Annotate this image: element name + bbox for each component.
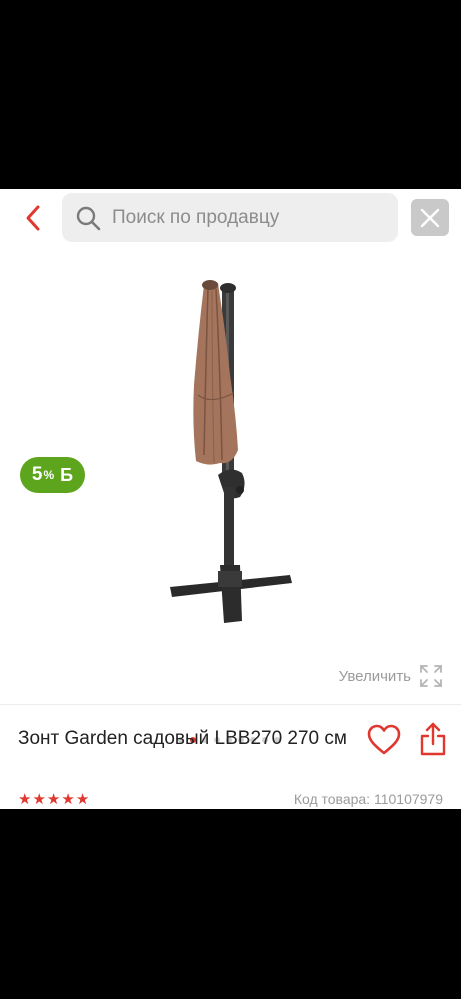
chevron-left-icon <box>26 205 40 231</box>
product-sku: Код товара: 110107979 <box>293 791 443 807</box>
discount-percent: 5 <box>31 464 43 485</box>
search-icon <box>74 204 102 232</box>
star-icon: ★ <box>32 791 46 808</box>
favorite-button[interactable] <box>366 722 402 758</box>
zoom-button[interactable]: Увеличить <box>339 663 443 689</box>
product-screen: 5% Б Увеличить Зонт Garden садовый LBB270… <box>0 189 461 809</box>
discount-badge: 5% Б <box>20 457 85 493</box>
header <box>0 189 461 245</box>
product-gallery[interactable]: 5% Б Увеличить <box>0 245 461 743</box>
star-icon: ★ <box>46 791 61 808</box>
divider <box>0 704 461 705</box>
discount-sign: % <box>43 468 55 482</box>
bottom-black-area <box>0 809 461 999</box>
bonus-currency: Б <box>60 464 74 485</box>
product-title: Зонт Garden садовый LBB270 270 см <box>18 728 347 749</box>
close-icon <box>420 208 440 227</box>
share-button[interactable] <box>418 720 448 758</box>
top-black-area <box>0 0 461 189</box>
zoom-label: Увеличить <box>338 667 411 685</box>
star-icon: ★ <box>18 791 32 808</box>
back-button[interactable] <box>18 203 48 233</box>
star-icon: ★ <box>61 791 75 808</box>
close-button[interactable] <box>411 199 449 236</box>
search-input[interactable] <box>112 206 382 229</box>
rating-stars: ★ ★ ★ ★ ★ <box>18 792 89 807</box>
star-icon: ★ <box>75 791 90 808</box>
expand-icon <box>420 665 442 687</box>
heart-icon <box>367 724 401 755</box>
search-box[interactable] <box>62 193 398 242</box>
product-image <box>170 280 292 623</box>
share-icon <box>420 722 446 756</box>
